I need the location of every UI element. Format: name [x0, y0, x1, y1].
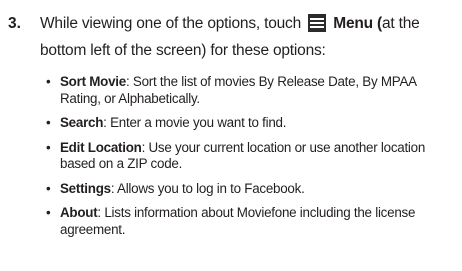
- list-item-about: • About: Lists information about Moviefon…: [0, 205, 455, 238]
- list-item-settings: • Settings: Allows you to log in to Faceb…: [0, 181, 455, 198]
- option-term: Search: [60, 115, 104, 130]
- bullet-dot: •: [46, 180, 51, 196]
- option-description: : Lists information about Moviefone incl…: [60, 205, 416, 237]
- step-text-before-icon: While viewing one of the options, touch: [40, 15, 302, 32]
- option-term: About: [60, 205, 98, 220]
- menu-icon: [308, 14, 327, 32]
- list-item-search: • Search: Enter a movie you want to find.: [0, 115, 455, 132]
- bullet-dot: •: [46, 115, 51, 130]
- bullet-dot: •: [46, 74, 51, 89]
- options-list: • Sort Movie: Sort the list of movies By …: [0, 74, 462, 246]
- bullet-dot: •: [46, 205, 51, 220]
- list-item-edit-location: • Edit Location: Use your current locatio…: [0, 140, 455, 173]
- option-description: : Allows you to log in to Facebook.: [110, 180, 305, 196]
- list-item-sort-movie: • Sort Movie: Sort the list of movies By …: [0, 74, 455, 107]
- option-term: Sort Movie: [60, 74, 126, 89]
- option-term: Edit Location: [60, 139, 142, 155]
- step-instruction: While viewing one of the options, touch …: [40, 10, 460, 64]
- option-description: : Enter a movie you want to find.: [103, 115, 287, 130]
- bullet-dot: •: [46, 139, 51, 155]
- menu-label: Menu (: [333, 15, 382, 32]
- option-term: Settings: [60, 180, 111, 196]
- step-number: 3.: [8, 15, 21, 32]
